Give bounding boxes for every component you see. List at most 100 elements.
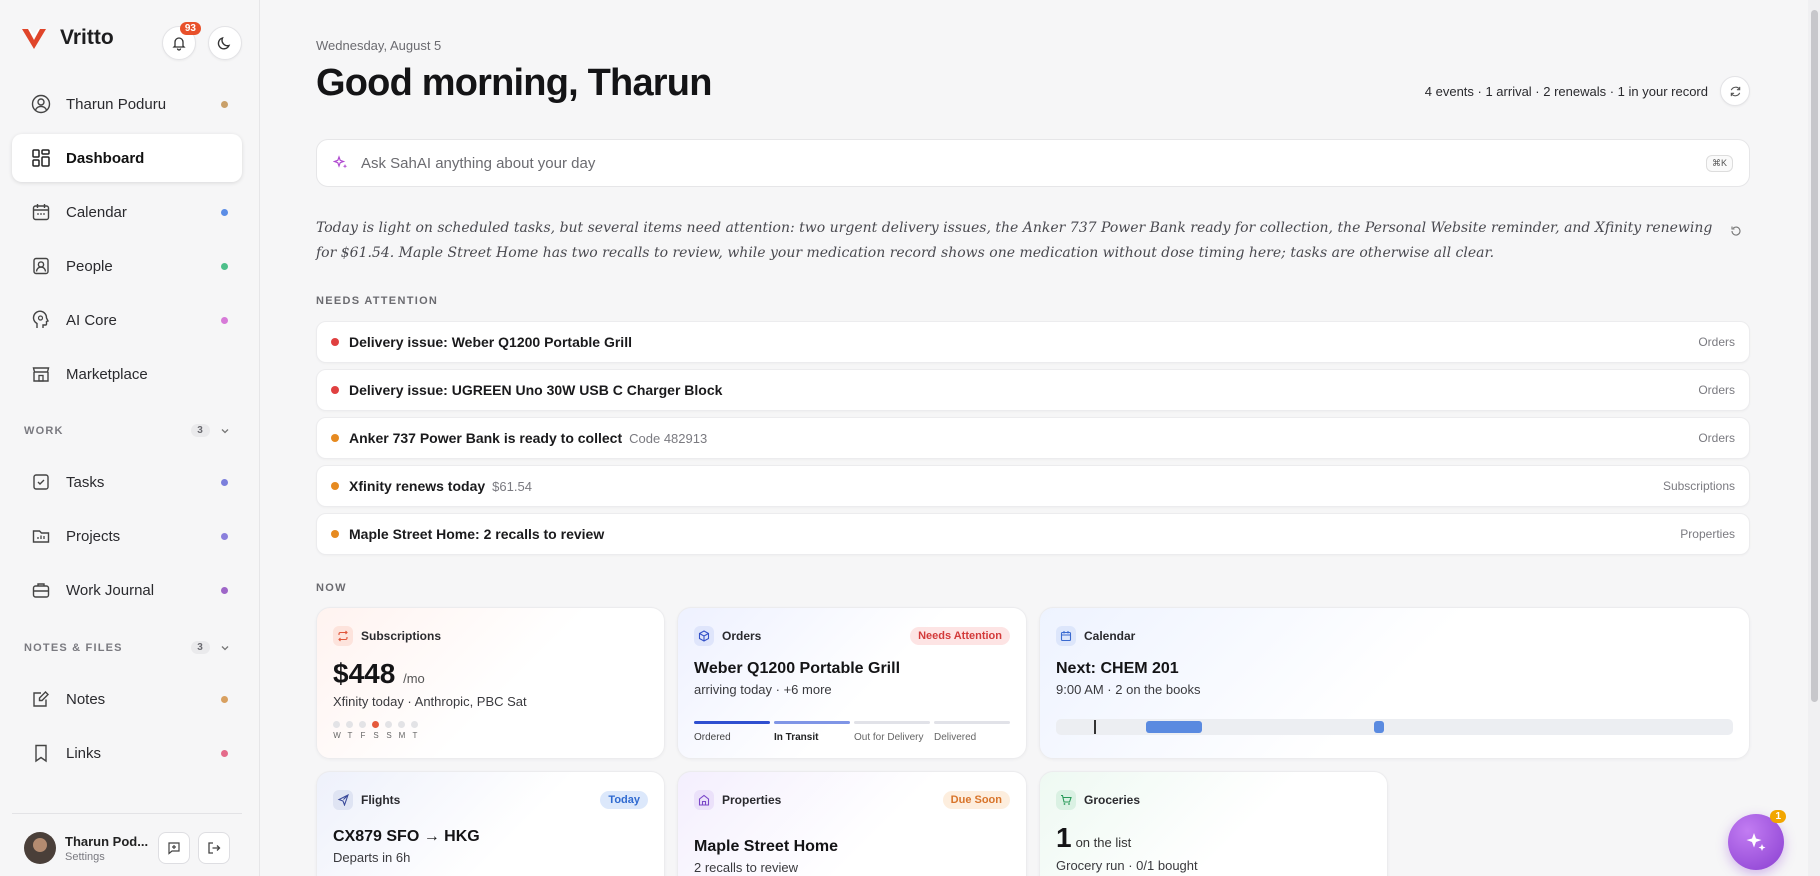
avatar[interactable] (24, 832, 56, 864)
main-nav: Tharun Poduru Dashboard Calendar People … (12, 80, 242, 404)
cart-icon (1056, 790, 1076, 810)
assistant-badge: 1 (1770, 810, 1786, 823)
section-count: 3 (191, 641, 210, 654)
list-item[interactable]: Xfinity renews today $61.54 Subscription… (316, 465, 1750, 507)
brain-head-icon (30, 309, 52, 331)
ask-ai-placeholder: Ask SahAI anything about your day (361, 154, 596, 172)
user-footer-text[interactable]: Tharun Pod... Settings (65, 834, 148, 863)
timeline-event[interactable] (1146, 721, 1202, 733)
scrollbar-thumb[interactable] (1811, 10, 1818, 702)
sidebar-item-profile[interactable]: Tharun Poduru (12, 80, 242, 128)
sidebar-item-work-journal[interactable]: Work Journal (12, 566, 242, 614)
building-icon (694, 790, 714, 810)
sidebar-item-links[interactable]: Links (12, 729, 242, 777)
user-name: Tharun Pod... (65, 833, 149, 849)
shortcut-hint: ⌘K (1705, 154, 1733, 172)
timeline-event[interactable] (1374, 721, 1384, 733)
grocery-progress: Grocery run · 0/1 bought (1056, 858, 1198, 873)
property-status: 2 recalls to review (694, 860, 799, 875)
work-nav: Tasks Projects Work Journal (12, 458, 242, 620)
user-footer: Tharun Pod... Settings (24, 832, 234, 864)
day-timeline (1056, 719, 1733, 735)
card-title: Orders (722, 629, 762, 643)
warning-dot (331, 434, 339, 442)
briefcase-icon (30, 579, 52, 601)
list-item[interactable]: Anker 737 Power Bank is ready to collect… (316, 417, 1750, 459)
item-title: Delivery issue: UGREEN Uno 30W USB C Cha… (349, 382, 723, 398)
list-item[interactable]: Maple Street Home: 2 recalls to review P… (316, 513, 1750, 555)
current-time-marker (1094, 720, 1096, 734)
subscriptions-card[interactable]: Subscriptions $448 /mo Xfinity today · A… (316, 607, 665, 759)
scrollbar[interactable] (1808, 0, 1820, 876)
status-dot (221, 100, 228, 108)
needs-attention-list: Delivery issue: Weber Q1200 Portable Gri… (316, 321, 1750, 561)
flight-departure: Departs in 6h (333, 850, 411, 865)
item-detail: Code 482913 (629, 430, 708, 446)
grid-icon (30, 147, 52, 169)
bookmark-icon (30, 742, 52, 764)
user-circle-icon (30, 93, 52, 115)
notes-nav: Notes Links (12, 675, 242, 783)
list-item[interactable]: Delivery issue: Weber Q1200 Portable Gri… (316, 321, 1750, 363)
app-name: Vritto (60, 26, 114, 49)
logout-button[interactable] (198, 832, 231, 864)
brand[interactable]: Vritto (20, 24, 114, 52)
calendar-card[interactable]: Calendar Next: CHEM 201 9:00 AM · 2 on t… (1039, 607, 1750, 759)
flights-card[interactable]: Flights Today CX879 SFO → HKG Departs in… (316, 771, 665, 876)
card-title: Properties (722, 793, 782, 807)
sidebar-item-people[interactable]: People (12, 242, 242, 290)
plane-icon (333, 790, 353, 810)
current-date: Wednesday, August 5 (316, 38, 442, 53)
sidebar-item-calendar[interactable]: Calendar (12, 188, 242, 236)
item-title: Delivery issue: Weber Q1200 Portable Gri… (349, 334, 632, 350)
status-dot (221, 586, 228, 594)
ai-assistant-button[interactable]: 1 (1728, 810, 1786, 870)
day-summary-text: 4 events · 1 arrival · 2 renewals · 1 in… (1424, 83, 1708, 99)
section-header-work[interactable]: WORK 3 (24, 424, 230, 437)
item-category: Orders (1698, 383, 1735, 397)
warning-dot (331, 530, 339, 538)
notifications-button[interactable]: 93 (162, 22, 201, 60)
status-dot (221, 478, 228, 486)
folder-chart-icon (30, 525, 52, 547)
sidebar-item-label: AI Core (66, 311, 117, 329)
next-event: Next: CHEM 201 (1056, 660, 1179, 677)
refresh-button[interactable] (1720, 76, 1750, 106)
calendar-icon (30, 201, 52, 223)
status-dot (221, 262, 228, 270)
card-title: Calendar (1084, 629, 1136, 643)
bell-icon (172, 37, 186, 51)
event-summary: 9:00 AM · 2 on the books (1056, 682, 1201, 697)
groceries-card[interactable]: Groceries 1 on the list Grocery run · 0/… (1039, 771, 1388, 876)
sidebar-item-ai-core[interactable]: AI Core (12, 296, 242, 344)
theme-toggle-button[interactable] (208, 26, 242, 60)
sidebar-item-tasks[interactable]: Tasks (12, 458, 242, 506)
list-item[interactable]: Delivery issue: UGREEN Uno 30W USB C Cha… (316, 369, 1750, 411)
day-summary: 4 events · 1 arrival · 2 renewals · 1 in… (1425, 76, 1750, 106)
status-badge: Due Soon (942, 791, 1010, 809)
sidebar-item-label: Projects (66, 527, 121, 545)
feedback-button[interactable] (158, 832, 191, 864)
section-header-notes[interactable]: NOTES & FILES 3 (24, 641, 230, 654)
sidebar-item-dashboard[interactable]: Dashboard (12, 134, 242, 182)
section-count: 3 (191, 424, 210, 437)
chevron-down-icon (221, 645, 229, 650)
contact-icon (30, 255, 52, 277)
sidebar-item-label: Tharun Poduru (66, 95, 167, 113)
sidebar-item-marketplace[interactable]: Marketplace (12, 350, 242, 398)
sidebar-item-projects[interactable]: Projects (12, 512, 242, 560)
sidebar-item-label: People (66, 257, 113, 275)
sparkle-icon (1746, 833, 1766, 851)
chevron-down-icon (221, 428, 229, 433)
sidebar-item-notes[interactable]: Notes (12, 675, 242, 723)
regenerate-summary-button[interactable] (1730, 224, 1742, 242)
status-badge: Today (600, 791, 648, 809)
ask-ai-input[interactable]: Ask SahAI anything about your day ⌘K (316, 139, 1750, 187)
sidebar-item-label: Work Journal (66, 581, 155, 599)
rotate-icon (1731, 226, 1741, 236)
package-icon (694, 626, 714, 646)
warning-dot (331, 482, 339, 490)
properties-card[interactable]: Properties Due Soon Maple Street Home 2 … (677, 771, 1027, 876)
orders-card[interactable]: Orders Needs Attention Weber Q1200 Porta… (677, 607, 1027, 759)
message-plus-icon (168, 842, 180, 855)
